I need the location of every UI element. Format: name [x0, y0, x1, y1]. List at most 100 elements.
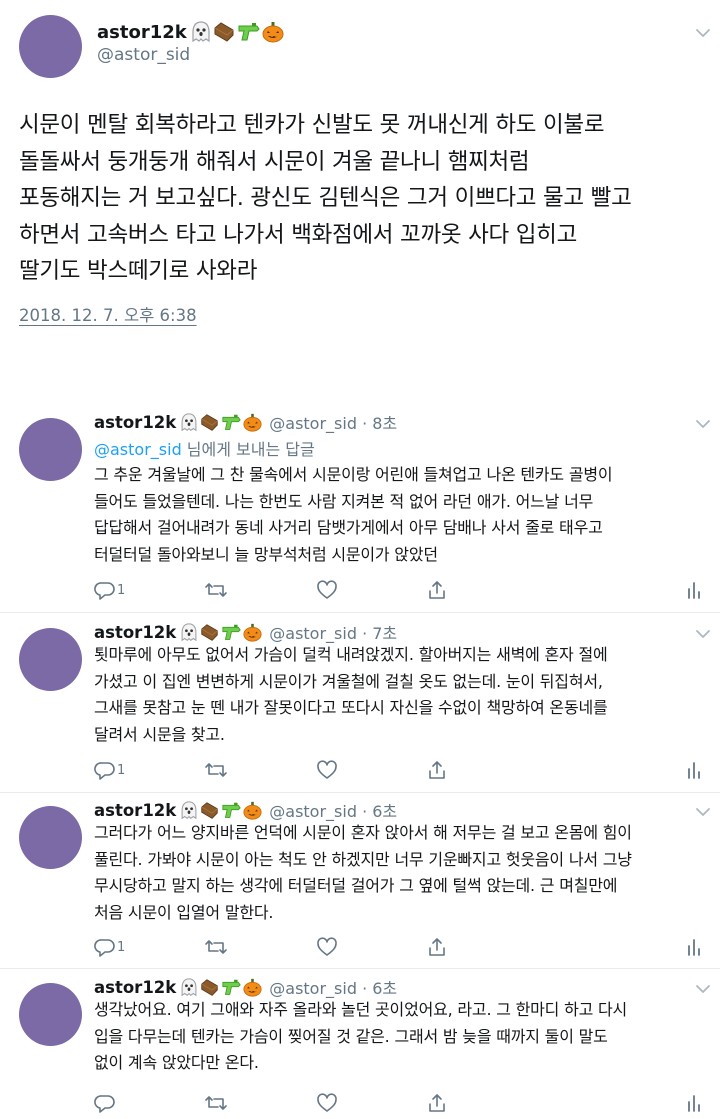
name-emojis [180, 622, 263, 642]
share-icon[interactable] [427, 580, 447, 600]
handle-time[interactable]: @astor_sid · 8초 [269, 410, 397, 434]
reply-tweet[interactable]: astor12k @astor_sid · 6초 생각났어요. 여기 그애와 자… [0, 975, 720, 1119]
ghost-icon [181, 800, 197, 819]
chevron-down-icon[interactable] [694, 625, 712, 643]
divider [0, 792, 720, 793]
retweet-icon[interactable] [204, 580, 228, 600]
reply-count: 1 [117, 582, 126, 598]
reply-action[interactable]: 1 [94, 580, 125, 600]
retweet-action[interactable] [204, 1093, 228, 1113]
name-emojis [180, 800, 263, 820]
analytics-icon[interactable] [686, 1093, 702, 1113]
reply-to-mention[interactable]: @astor_sid [94, 440, 182, 459]
retweet-action[interactable] [204, 580, 228, 600]
name-emojis [180, 412, 263, 432]
analytics-icon[interactable] [686, 580, 702, 600]
reply-action[interactable]: 1 [94, 760, 125, 780]
retweet-icon[interactable] [204, 937, 228, 957]
display-name[interactable]: astor12k [97, 22, 187, 43]
analytics-icon[interactable] [686, 937, 702, 957]
reply-action[interactable] [94, 1093, 117, 1113]
reply-author-row: astor12k @astor_sid · 8초 [94, 410, 397, 434]
heart-icon[interactable] [316, 1093, 338, 1113]
avatar[interactable] [19, 418, 82, 481]
water-pistol-icon [222, 414, 241, 430]
ghost-icon [181, 977, 197, 996]
chevron-down-icon[interactable] [694, 803, 712, 821]
reply-text: 툇마루에 아무도 없어서 가슴이 덜컥 내려앉겠지. 할아버지는 새벽에 혼자 … [94, 645, 608, 744]
chevron-down-icon[interactable] [694, 24, 712, 42]
ghost-icon [192, 21, 210, 43]
retweet-icon[interactable] [204, 760, 228, 780]
display-name[interactable]: astor12k [94, 413, 176, 432]
handle[interactable]: @astor_sid [97, 45, 190, 65]
water-pistol-icon [222, 624, 241, 640]
reply-text: 그 추운 겨울날에 그 찬 물속에서 시문이랑 어린애 들쳐업고 나온 텐카도 … [94, 465, 613, 564]
retweet-icon[interactable] [204, 1093, 228, 1113]
action-bar [94, 1093, 710, 1115]
display-name[interactable]: astor12k [94, 801, 176, 820]
share-action[interactable] [427, 580, 447, 600]
share-action[interactable] [427, 1093, 447, 1113]
display-name[interactable]: astor12k [94, 978, 176, 997]
analytics-action[interactable] [686, 760, 702, 780]
share-action[interactable] [427, 937, 447, 957]
jack-o-lantern-icon [243, 413, 262, 432]
like-action[interactable] [316, 760, 338, 780]
avatar[interactable] [19, 806, 82, 869]
handle-time[interactable]: @astor_sid · 6초 [269, 975, 397, 999]
tweet-text: 시문이 멘탈 회복하라고 텐카가 신발도 못 꺼내신게 하도 이불로 돌돌싸서 … [19, 112, 632, 284]
coffin-icon [201, 978, 218, 996]
coffin-icon [201, 623, 218, 641]
ghost-icon [181, 412, 197, 431]
tweet-timestamp[interactable]: 2018. 12. 7. 오후 6:38 [19, 302, 197, 326]
reply-author-row: astor12k @astor_sid · 6초 [94, 975, 397, 999]
water-pistol-icon [238, 23, 260, 41]
reply-icon[interactable] [94, 937, 116, 957]
ghost-icon [181, 622, 197, 641]
coffin-icon [201, 413, 218, 431]
retweet-action[interactable] [204, 937, 228, 957]
reply-tweet[interactable]: astor12k @astor_sid · 8초 @astor_sid 님에게 … [0, 410, 720, 608]
analytics-action[interactable] [686, 937, 702, 957]
handle-time[interactable]: @astor_sid · 7초 [269, 620, 397, 644]
like-action[interactable] [316, 1093, 338, 1113]
reply-to-label: 님에게 보내는 답글 [181, 440, 315, 459]
like-action[interactable] [316, 580, 338, 600]
reply-action[interactable]: 1 [94, 937, 125, 957]
coffin-icon [201, 801, 218, 819]
chevron-down-icon[interactable] [694, 980, 712, 998]
reply-tweet[interactable]: astor12k @astor_sid · 6초 그러다가 어느 양지바른 언덕… [0, 798, 720, 965]
name-emojis [191, 21, 285, 43]
heart-icon[interactable] [316, 580, 338, 600]
reply-icon[interactable] [94, 1093, 116, 1113]
share-icon[interactable] [427, 760, 447, 780]
divider [0, 968, 720, 969]
avatar[interactable] [19, 15, 82, 78]
reply-icon[interactable] [94, 580, 116, 600]
chevron-down-icon[interactable] [694, 415, 712, 433]
analytics-action[interactable] [686, 1093, 702, 1113]
share-action[interactable] [427, 760, 447, 780]
reply-icon[interactable] [94, 760, 116, 780]
heart-icon[interactable] [316, 760, 338, 780]
reply-to-line: @astor_sid 님에게 보내는 답글 [94, 436, 315, 460]
avatar[interactable] [19, 628, 82, 691]
display-name[interactable]: astor12k [94, 623, 176, 642]
retweet-action[interactable] [204, 760, 228, 780]
reply-author-row: astor12k @astor_sid · 7초 [94, 620, 397, 644]
jack-o-lantern-icon [243, 801, 262, 820]
share-icon[interactable] [427, 1093, 447, 1113]
reply-tweet[interactable]: astor12k @astor_sid · 7초 툇마루에 아무도 없어서 가슴… [0, 620, 720, 788]
share-icon[interactable] [427, 937, 447, 957]
analytics-action[interactable] [686, 580, 702, 600]
like-action[interactable] [316, 937, 338, 957]
heart-icon[interactable] [316, 937, 338, 957]
reply-count: 1 [117, 762, 126, 778]
avatar[interactable] [19, 983, 82, 1046]
analytics-icon[interactable] [686, 760, 702, 780]
main-tweet: astor12k @astor_sid 시문이 멘탈 회복하라고 텐카가 신발도… [0, 0, 720, 380]
handle-time[interactable]: @astor_sid · 6초 [269, 798, 397, 822]
reply-text: 그러다가 어느 양지바른 언덕에 시문이 혼자 앉아서 해 저무는 걸 보고 온… [94, 823, 632, 922]
jack-o-lantern-icon [243, 978, 262, 997]
